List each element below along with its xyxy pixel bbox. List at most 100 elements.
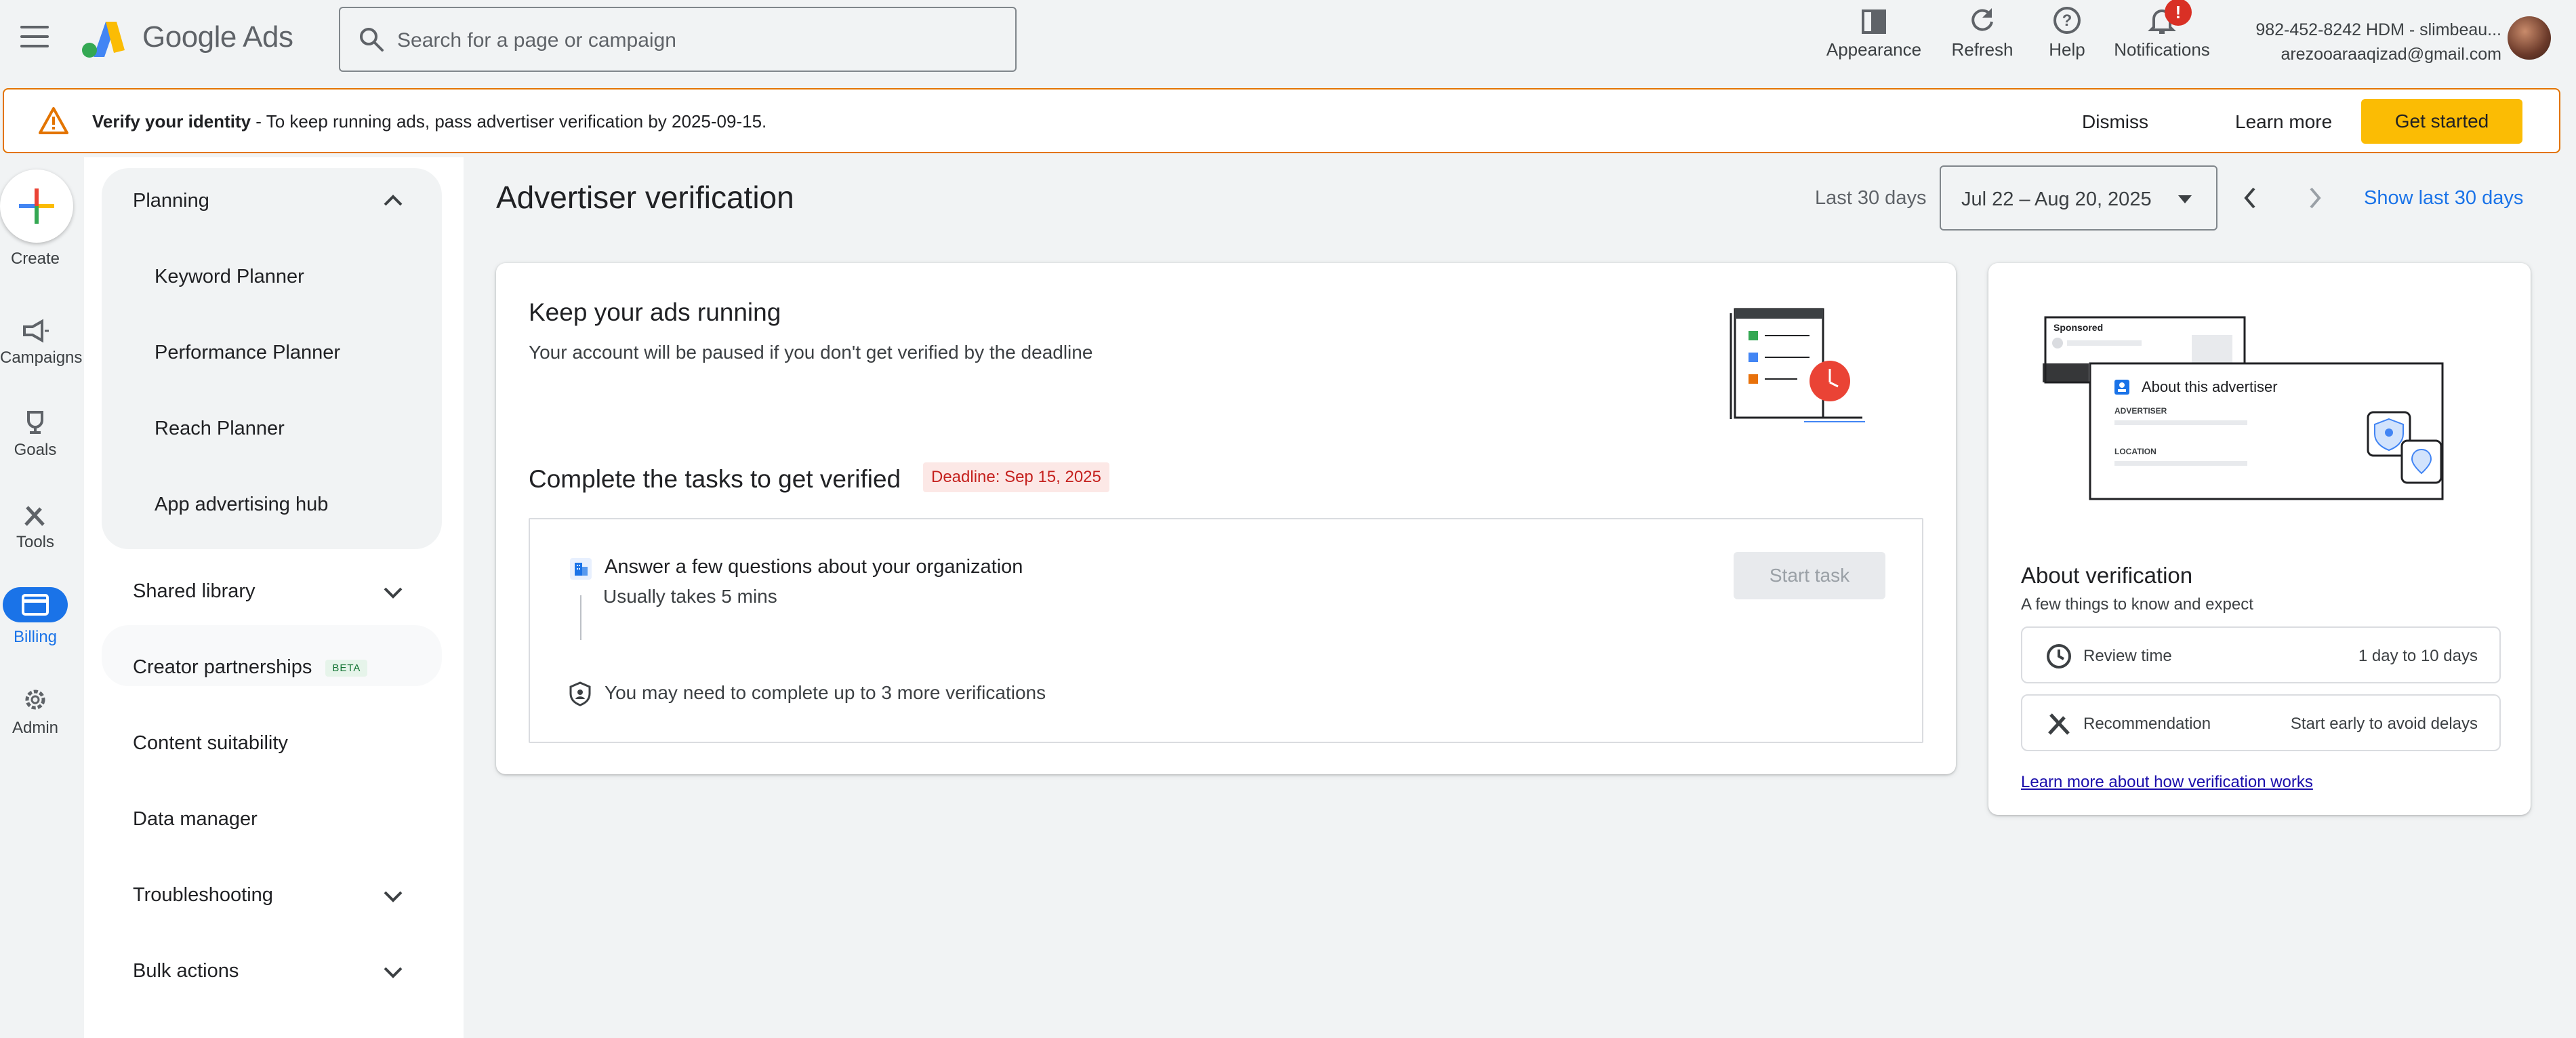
verification-banner: Verify your identity - To keep running a… — [3, 88, 2560, 153]
notifications-label: Notifications — [2114, 39, 2210, 60]
about-subtitle: A few things to know and expect — [2021, 595, 2253, 614]
appearance-icon — [1862, 9, 1886, 34]
appearance-label: Appearance — [1826, 39, 1922, 60]
rail-tools[interactable]: Tools — [0, 502, 70, 552]
rail-billing[interactable]: Billing — [0, 587, 70, 647]
appearance-button[interactable]: Appearance — [1823, 3, 1925, 71]
rail-admin[interactable]: Admin — [0, 685, 70, 738]
start-task-button[interactable]: Start task — [1734, 552, 1885, 599]
account-email: arezooaraaqizad@gmail.com — [2281, 45, 2501, 64]
help-label: Help — [2049, 39, 2085, 60]
svg-text:?: ? — [2062, 12, 2072, 30]
dismiss-button[interactable]: Dismiss — [2082, 111, 2148, 133]
search-input[interactable]: Search for a page or campaign — [339, 7, 1017, 72]
create-button[interactable] — [0, 169, 73, 243]
rail-goals[interactable]: Goals — [0, 410, 70, 460]
nav-planning[interactable]: Planning — [133, 190, 209, 212]
page-title: Advertiser verification — [496, 180, 794, 215]
google-ads-logo[interactable] — [81, 18, 126, 58]
help-button[interactable]: ? Help — [2033, 3, 2101, 71]
keep-running-title: Keep your ads running — [529, 298, 781, 326]
side-nav: Planning Keyword Planner Performance Pla… — [84, 157, 464, 1038]
notification-badge: ! — [2165, 0, 2192, 26]
plus-icon — [19, 188, 54, 224]
clock-icon — [2047, 644, 2071, 668]
nav-bulk-actions[interactable]: Bulk actions — [133, 960, 239, 982]
card-icon — [22, 594, 49, 616]
tools-icon — [2048, 713, 2070, 735]
chevron-down-icon[interactable] — [382, 964, 404, 980]
help-icon: ? — [2053, 7, 2081, 34]
illus-sponsored: Sponsored — [2053, 322, 2103, 333]
chevron-left-icon[interactable] — [2241, 184, 2260, 212]
shield-icon — [569, 681, 591, 706]
recommendation-value: Start early to avoid delays — [2290, 715, 2478, 733]
nav-app-advertising-hub[interactable]: App advertising hub — [155, 494, 328, 516]
illus-about: About this advertiser — [2142, 378, 2278, 395]
creator-partnerships-label: Creator partnerships — [133, 656, 312, 678]
caret-down-icon — [2178, 195, 2192, 203]
menu-icon[interactable] — [20, 26, 49, 49]
recommendation-row: Recommendation Start early to avoid dela… — [2021, 694, 2501, 751]
learn-more-button[interactable]: Learn more — [2235, 111, 2332, 133]
advertiser-info-illustration: Sponsored About this advertiser ADVERTIS… — [2043, 316, 2444, 500]
nav-shared-library[interactable]: Shared library — [133, 580, 255, 603]
trophy-icon — [27, 411, 43, 434]
refresh-button[interactable]: Refresh — [1945, 3, 2020, 71]
show-last-30-days-link[interactable]: Show last 30 days — [2364, 187, 2523, 209]
avatar[interactable] — [2508, 16, 2551, 60]
search-icon — [360, 28, 384, 52]
admin-label: Admin — [12, 719, 59, 737]
chevron-right-icon[interactable] — [2306, 184, 2325, 212]
date-range-picker[interactable]: Jul 22 – Aug 20, 2025 — [1940, 165, 2217, 231]
review-time-row: Review time 1 day to 10 days — [2021, 626, 2501, 683]
nav-content-suitability[interactable]: Content suitability — [133, 732, 288, 755]
megaphone-icon — [23, 319, 49, 343]
create-label[interactable]: Create — [0, 249, 70, 268]
building-icon — [570, 558, 592, 580]
task-title: Answer a few questions about your organi… — [605, 556, 1023, 578]
warning-icon — [39, 107, 68, 134]
nav-data-manager[interactable]: Data manager — [133, 808, 258, 831]
range-label: Last 30 days — [1815, 187, 1927, 209]
task-connector — [580, 595, 581, 640]
get-started-button[interactable]: Get started — [2361, 99, 2522, 144]
rail-campaigns[interactable]: Campaigns — [0, 317, 83, 367]
more-verifications-text: You may need to complete up to 3 more ve… — [605, 682, 1046, 703]
billing-label: Billing — [13, 628, 58, 646]
illus-location: LOCATION — [2114, 447, 2156, 456]
tools-label: Tools — [16, 533, 55, 551]
date-range-value: Jul 22 – Aug 20, 2025 — [1961, 188, 2152, 210]
chevron-down-icon[interactable] — [382, 584, 404, 601]
keep-running-subtitle: Your account will be paused if you don't… — [529, 342, 1093, 363]
tasks-title: Complete the tasks to get verified — [529, 465, 901, 493]
nav-reach-planner[interactable]: Reach Planner — [155, 418, 285, 440]
wrench-icon — [24, 506, 45, 526]
verification-card: Keep your ads running Your account will … — [496, 263, 1956, 774]
nav-performance-planner[interactable]: Performance Planner — [155, 342, 340, 364]
banner-text: - To keep running ads, pass advertiser v… — [251, 111, 767, 132]
recommendation-label: Recommendation — [2083, 715, 2211, 733]
about-title: About verification — [2021, 563, 2193, 588]
chevron-up-icon[interactable] — [382, 193, 404, 209]
about-verification-card: Sponsored About this advertiser ADVERTIS… — [1988, 263, 2531, 815]
nav-keyword-planner[interactable]: Keyword Planner — [155, 266, 304, 288]
goals-label: Goals — [14, 441, 57, 459]
task-list: Answer a few questions about your organi… — [529, 518, 1923, 743]
beta-badge: BETA — [325, 659, 368, 677]
banner-message: Verify your identity - To keep running a… — [92, 111, 766, 132]
checklist-illustration — [1730, 308, 1865, 422]
account-id: 982-452-8242 HDM - slimbeau... — [2255, 20, 2501, 39]
notifications-button[interactable]: ! Notifications — [2108, 0, 2216, 71]
nav-troubleshooting[interactable]: Troubleshooting — [133, 884, 273, 906]
account-info[interactable]: 982-452-8242 HDM - slimbeau... arezooara… — [2255, 18, 2501, 66]
top-bar: Google Ads Search for a page or campaign… — [0, 0, 2576, 79]
review-time-label: Review time — [2083, 647, 2172, 665]
nav-creator-partnerships[interactable]: Creator partnerships BETA — [133, 656, 368, 679]
billing-pill — [3, 587, 68, 622]
campaigns-label: Campaigns — [0, 348, 83, 367]
learn-more-verification-link[interactable]: Learn more about how verification works — [2021, 773, 2313, 792]
chevron-down-icon[interactable] — [382, 888, 404, 904]
gear-icon — [25, 690, 45, 710]
deadline-badge: Deadline: Sep 15, 2025 — [923, 462, 1109, 492]
